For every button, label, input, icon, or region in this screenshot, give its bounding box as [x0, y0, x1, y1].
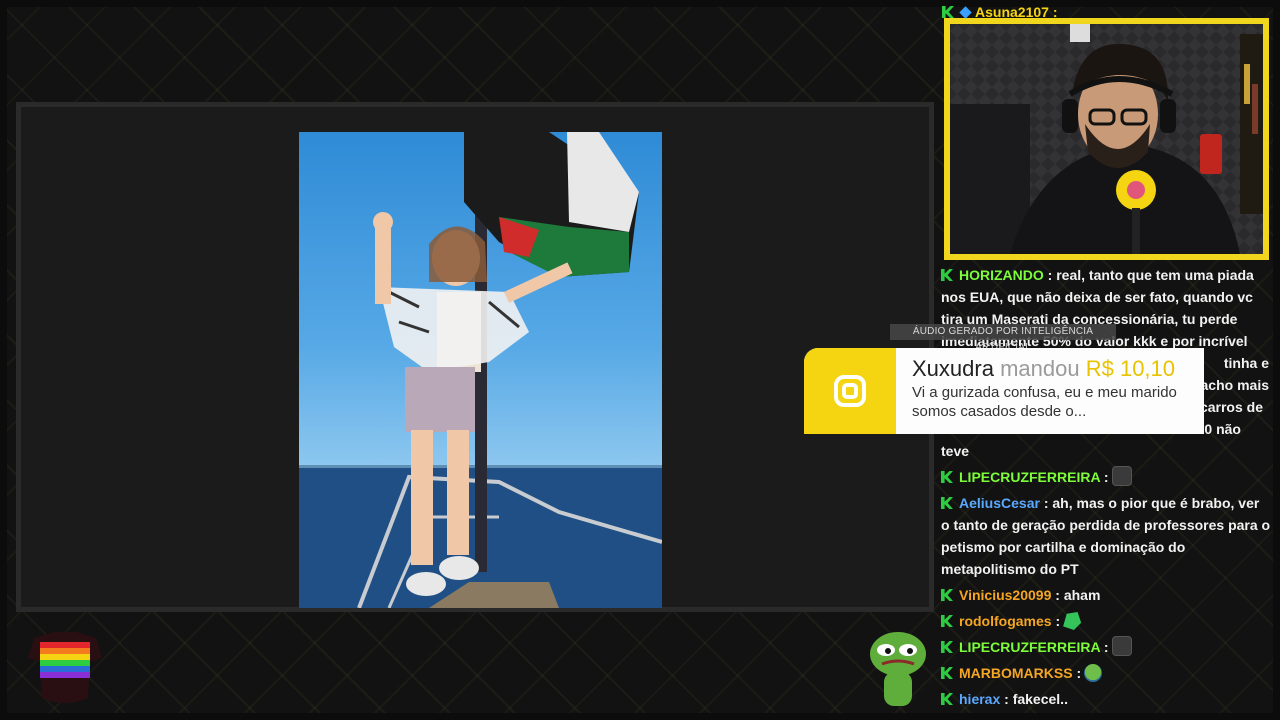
badge-icon: [941, 641, 953, 653]
chat-message-fragment: teve: [941, 443, 970, 459]
chat-message: MARBOMARKSS :: [941, 662, 1271, 684]
badge-icon: [941, 471, 953, 483]
donation-amount: R$ 10,10: [1085, 356, 1176, 381]
pepe-sticker: [870, 632, 926, 706]
badge-icon: [941, 667, 953, 679]
alert-icon-box: [804, 348, 896, 434]
chat-username[interactable]: Asuna2107 :: [975, 4, 1057, 20]
pepe-emote-icon: [1084, 664, 1103, 682]
donation-message: Vi a gurizada confusa, eu e meu marido s…: [912, 384, 1177, 420]
badge-icon: [941, 589, 953, 601]
badge-icon: [941, 615, 953, 627]
emote-icon: [1111, 636, 1132, 656]
chat-username[interactable]: LIPECRUZFERREIRA: [959, 469, 1100, 485]
ai-audio-label: ÁUDIO GERADO POR INTELIGÊNCIA ARTIFICIAL: [890, 324, 1116, 353]
chat-username[interactable]: AeliusCesar: [959, 495, 1040, 511]
chat-top-message: Asuna2107 :: [942, 4, 1057, 20]
rainbow-shirt-sticker: [28, 632, 102, 703]
chat-username[interactable]: HORIZANDO: [959, 267, 1044, 283]
chat-text: :: [1100, 469, 1109, 485]
badge-icon: [942, 6, 954, 18]
donation-icon: [834, 375, 866, 407]
chat-message: hierax : fakecel..: [941, 688, 1271, 710]
badge-icon: [941, 497, 953, 509]
chat-message: LIPECRUZFERREIRA :: [941, 636, 1271, 658]
emote-icon: [1063, 612, 1082, 630]
chat-message: LIPECRUZFERREIRA :: [941, 466, 1271, 488]
chat-message: Vinicius20099 : aham: [941, 584, 1271, 606]
donation-alert: Xuxudra mandou R$ 10,10 Vi a gurizada co…: [804, 348, 1204, 434]
badge-icon: [941, 693, 953, 705]
chat-text: :: [1072, 665, 1082, 681]
chat-username[interactable]: rodolfogames: [959, 613, 1052, 629]
chat-text: :: [1100, 639, 1109, 655]
badge-icon: [941, 269, 953, 281]
shared-photo: [299, 132, 662, 608]
alert-title: Xuxudra mandou R$ 10,10: [912, 356, 1175, 382]
chat-message: AeliusCesar : ah, mas o pior que é brabo…: [941, 492, 1271, 580]
chat-username[interactable]: hierax: [959, 691, 1000, 707]
photo-scene: [299, 132, 662, 608]
chat-username[interactable]: Vinicius20099: [959, 587, 1051, 603]
emote-icon: [1111, 466, 1132, 486]
chat-text: :: [1051, 613, 1061, 629]
chat-message: rodolfogames :: [941, 610, 1271, 632]
gem-badge-icon: [959, 6, 972, 19]
chat-username[interactable]: MARBOMARKSS: [959, 665, 1073, 681]
alert-verb: mandou: [1000, 356, 1080, 381]
chat-username[interactable]: LIPECRUZFERREIRA: [959, 639, 1100, 655]
chat-text: : fakecel..: [1000, 691, 1068, 707]
chat-text: : aham: [1051, 587, 1101, 603]
donor-name: Xuxudra: [912, 356, 994, 381]
